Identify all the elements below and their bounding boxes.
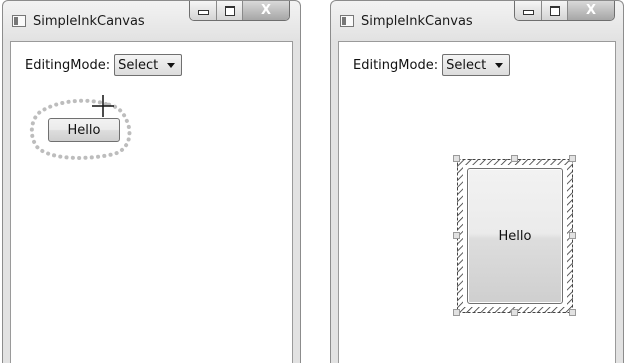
caption-buttons: X bbox=[514, 1, 615, 21]
window-right: SimpleInkCanvas X EditingMode: Select He… bbox=[330, 0, 624, 363]
minimize-button[interactable] bbox=[515, 1, 542, 20]
editing-mode-select[interactable]: Select bbox=[442, 54, 511, 76]
resize-handle-icon[interactable] bbox=[511, 155, 518, 162]
toolbar: EditingMode: Select bbox=[353, 53, 511, 77]
toolbar: EditingMode: Select bbox=[25, 53, 183, 77]
minimize-button[interactable] bbox=[190, 1, 217, 20]
hello-button-label: Hello bbox=[67, 122, 101, 138]
hello-button[interactable]: Hello bbox=[48, 118, 120, 142]
app-icon[interactable] bbox=[340, 15, 354, 27]
maximize-icon bbox=[549, 5, 560, 16]
hello-button-label: Hello bbox=[498, 228, 532, 244]
resize-handle-icon[interactable] bbox=[511, 309, 518, 316]
resize-handle-icon[interactable] bbox=[569, 155, 576, 162]
caption-buttons: X bbox=[189, 1, 290, 21]
hello-button[interactable]: Hello bbox=[467, 168, 563, 304]
minimize-icon bbox=[522, 10, 534, 15]
maximize-button[interactable] bbox=[542, 1, 568, 20]
resize-handle-icon[interactable] bbox=[453, 232, 460, 239]
maximize-button[interactable] bbox=[217, 1, 243, 20]
ink-canvas[interactable]: EditingMode: Select Hello bbox=[10, 41, 293, 363]
editing-mode-value: Select bbox=[118, 57, 159, 73]
crosshair-cursor-icon bbox=[92, 95, 114, 117]
resize-handle-icon[interactable] bbox=[453, 155, 460, 162]
window-left: SimpleInkCanvas X EditingMode: Select He… bbox=[2, 0, 301, 363]
app-icon[interactable] bbox=[12, 15, 26, 27]
editing-mode-label: EditingMode: bbox=[25, 57, 111, 73]
window-title: SimpleInkCanvas bbox=[33, 14, 145, 29]
ink-canvas[interactable]: EditingMode: Select Hello bbox=[338, 41, 616, 363]
minimize-icon bbox=[197, 10, 209, 15]
window-title: SimpleInkCanvas bbox=[361, 14, 473, 29]
close-button[interactable]: X bbox=[568, 1, 614, 20]
editing-mode-select[interactable]: Select bbox=[114, 54, 183, 76]
close-icon: X bbox=[260, 3, 272, 18]
resize-handle-icon[interactable] bbox=[569, 309, 576, 316]
dropdown-arrow-icon bbox=[167, 63, 176, 68]
close-button[interactable]: X bbox=[243, 1, 289, 20]
resize-handle-icon[interactable] bbox=[569, 232, 576, 239]
editing-mode-value: Select bbox=[446, 57, 487, 73]
close-icon: X bbox=[585, 3, 597, 18]
dropdown-arrow-icon bbox=[495, 63, 504, 68]
maximize-icon bbox=[224, 5, 235, 16]
resize-handle-icon[interactable] bbox=[453, 309, 460, 316]
editing-mode-label: EditingMode: bbox=[353, 57, 439, 73]
